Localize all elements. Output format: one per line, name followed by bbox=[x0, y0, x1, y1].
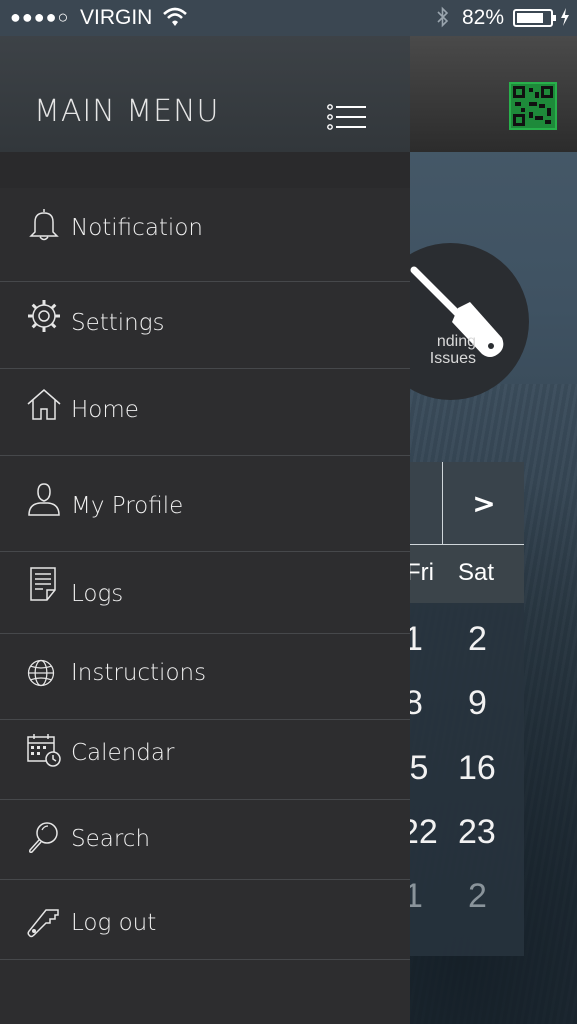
drawer-title: MAIN MENU bbox=[34, 94, 220, 129]
drawer-header: MAIN MENU bbox=[0, 36, 410, 152]
menu-item-label: Settings bbox=[71, 310, 165, 336]
battery-icon bbox=[513, 9, 556, 27]
menu-item-log-out[interactable]: Log out bbox=[0, 880, 410, 960]
qr-code-icon[interactable] bbox=[509, 82, 557, 130]
menu-item-notification[interactable]: Notification bbox=[0, 188, 410, 282]
side-drawer: MAIN MENU Notification Settings Home My … bbox=[0, 36, 410, 1024]
globe-icon bbox=[26, 658, 62, 694]
menu-item-label: Log out bbox=[71, 910, 157, 936]
calendar-day[interactable]: 16 bbox=[458, 749, 496, 788]
calendar-day[interactable]: 2 bbox=[468, 620, 487, 659]
document-icon bbox=[26, 566, 62, 602]
calendar-day[interactable]: 23 bbox=[458, 813, 496, 852]
menu-item-logs[interactable]: Logs bbox=[0, 552, 410, 634]
menu-item-label: Logs bbox=[71, 581, 124, 607]
menu-item-calendar[interactable]: Calendar bbox=[0, 720, 410, 800]
status-bar: ●●●●○ VIRGIN 82% bbox=[0, 0, 577, 36]
drawer-spacer bbox=[0, 152, 410, 189]
calendar-icon bbox=[26, 732, 62, 768]
wifi-icon bbox=[163, 7, 187, 26]
key-icon bbox=[26, 906, 62, 942]
calendar-next-button[interactable]: > bbox=[442, 462, 525, 544]
magnifier-icon bbox=[26, 820, 62, 856]
calendar-day[interactable]: 2 bbox=[468, 877, 487, 916]
menu-item-label: My Profile bbox=[71, 493, 184, 519]
menu-item-search[interactable]: Search bbox=[0, 800, 410, 880]
calendar-day[interactable]: 9 bbox=[468, 684, 487, 723]
home-icon bbox=[26, 387, 62, 423]
user-icon bbox=[26, 482, 62, 518]
list-menu-icon[interactable] bbox=[326, 102, 368, 132]
bluetooth-icon bbox=[437, 6, 449, 28]
menu-item-label: Notification bbox=[71, 215, 203, 241]
menu-item-label: Search bbox=[71, 826, 151, 852]
carrier-name: VIRGIN bbox=[80, 6, 153, 29]
charging-bolt-icon bbox=[561, 8, 569, 26]
day-header-fri: Fri bbox=[406, 559, 434, 586]
menu-item-label: Instructions bbox=[71, 660, 207, 686]
menu-item-label: Home bbox=[71, 397, 139, 423]
menu-item-instructions[interactable]: Instructions bbox=[0, 634, 410, 720]
bell-icon bbox=[26, 206, 62, 242]
day-header-sat: Sat bbox=[458, 559, 495, 586]
signal-strength-icon: ●●●●○ bbox=[10, 7, 70, 27]
gear-icon bbox=[26, 298, 62, 334]
battery-percentage: 82% bbox=[462, 6, 505, 29]
menu-item-my-profile[interactable]: My Profile bbox=[0, 456, 410, 552]
menu-item-settings[interactable]: Settings bbox=[0, 282, 410, 369]
menu-item-label: Calendar bbox=[71, 740, 175, 766]
menu-item-home[interactable]: Home bbox=[0, 369, 410, 456]
